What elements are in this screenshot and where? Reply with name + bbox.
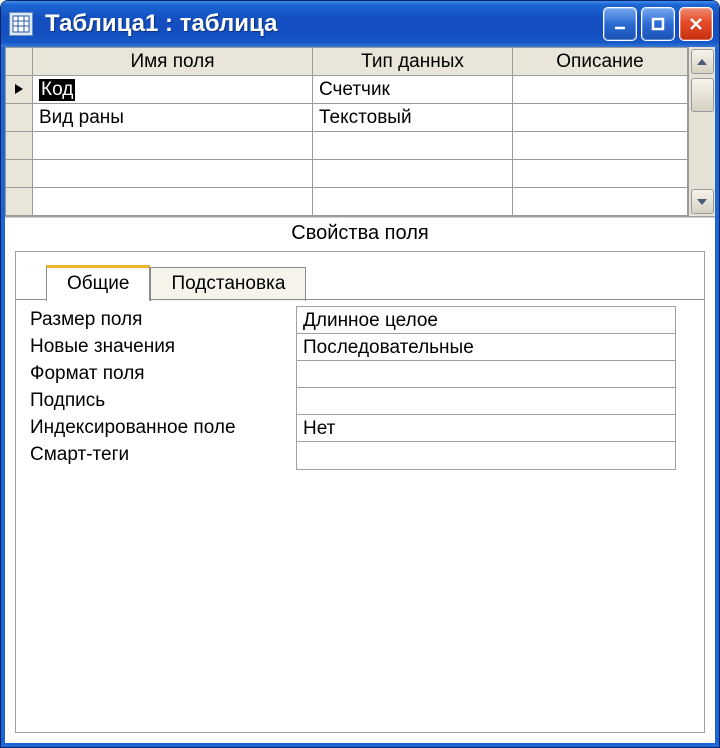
property-values: Длинное целое Последовательные Нет <box>296 306 676 470</box>
table-row[interactable] <box>6 188 688 216</box>
cell-field-name[interactable] <box>33 132 313 160</box>
corner-cell[interactable] <box>6 48 33 76</box>
cell-field-name[interactable] <box>33 188 313 216</box>
minimize-button[interactable] <box>603 7 637 41</box>
cell-description[interactable] <box>513 132 688 160</box>
prop-label: Формат поля <box>26 360 296 387</box>
maximize-button[interactable] <box>641 7 675 41</box>
col-data-type[interactable]: Тип данных <box>313 48 513 76</box>
cell-data-type[interactable]: Текстовый <box>313 104 513 132</box>
property-body: Размер поля Новые значения Формат поля П… <box>16 300 704 480</box>
window-title: Таблица1 : таблица <box>45 10 603 38</box>
titlebar[interactable]: Таблица1 : таблица <box>1 1 719 47</box>
cell-field-name[interactable]: Код <box>33 76 313 104</box>
cell-description[interactable] <box>513 104 688 132</box>
chevron-down-icon <box>696 196 708 208</box>
cell-data-type[interactable]: Счетчик <box>313 76 513 104</box>
header-row: Имя поля Тип данных Описание <box>6 48 688 76</box>
table-row[interactable]: Код Счетчик <box>6 76 688 104</box>
close-button[interactable] <box>679 7 713 41</box>
cell-data-type[interactable] <box>313 132 513 160</box>
scroll-up-button[interactable] <box>691 49 714 74</box>
row-selector[interactable] <box>6 188 33 216</box>
property-labels: Размер поля Новые значения Формат поля П… <box>26 306 296 470</box>
cell-data-type[interactable] <box>313 160 513 188</box>
client-area: Имя поля Тип данных Описание Код Счетчик… <box>1 47 719 747</box>
col-field-name[interactable]: Имя поля <box>33 48 313 76</box>
scroll-down-button[interactable] <box>691 189 714 214</box>
col-description[interactable]: Описание <box>513 48 688 76</box>
chevron-up-icon <box>696 56 708 68</box>
table-row[interactable] <box>6 132 688 160</box>
cell-data-type[interactable] <box>313 188 513 216</box>
selected-text[interactable]: Код <box>39 79 75 101</box>
prop-label: Смарт-теги <box>26 441 296 468</box>
cell-field-name[interactable] <box>33 160 313 188</box>
tab-general[interactable]: Общие <box>46 265 150 301</box>
row-selector[interactable] <box>6 104 33 132</box>
prop-value[interactable] <box>297 388 675 415</box>
table-icon <box>9 12 33 36</box>
table-row[interactable] <box>6 160 688 188</box>
field-properties-label: Свойства поля <box>5 217 715 251</box>
tab-lookup[interactable]: Подстановка <box>150 267 306 301</box>
window: Таблица1 : таблица <box>0 0 720 748</box>
scroll-thumb[interactable] <box>691 78 714 112</box>
cell-description[interactable] <box>513 188 688 216</box>
cell-description[interactable] <box>513 76 688 104</box>
prop-value[interactable] <box>297 442 675 469</box>
vertical-scrollbar[interactable] <box>688 47 715 216</box>
design-grid[interactable]: Имя поля Тип данных Описание Код Счетчик… <box>5 47 688 216</box>
row-selector[interactable] <box>6 132 33 160</box>
row-selector-current[interactable] <box>6 76 33 104</box>
window-controls <box>603 7 713 41</box>
prop-value[interactable] <box>297 361 675 388</box>
table-row[interactable]: Вид раны Текстовый <box>6 104 688 132</box>
prop-value[interactable]: Длинное целое <box>297 307 675 334</box>
prop-label: Новые значения <box>26 333 296 360</box>
cell-description[interactable] <box>513 160 688 188</box>
tab-strip: Общие Подстановка <box>16 252 704 300</box>
prop-label: Индексированное поле <box>26 414 296 441</box>
prop-label: Подпись <box>26 387 296 414</box>
current-row-icon <box>13 83 25 95</box>
prop-value[interactable]: Последовательные <box>297 334 675 361</box>
prop-value[interactable]: Нет <box>297 415 675 442</box>
cell-field-name[interactable]: Вид раны <box>33 104 313 132</box>
row-selector[interactable] <box>6 160 33 188</box>
property-pane: Общие Подстановка Размер поля Новые знач… <box>15 251 705 733</box>
prop-label: Размер поля <box>26 306 296 333</box>
design-grid-wrap: Имя поля Тип данных Описание Код Счетчик… <box>5 47 715 217</box>
